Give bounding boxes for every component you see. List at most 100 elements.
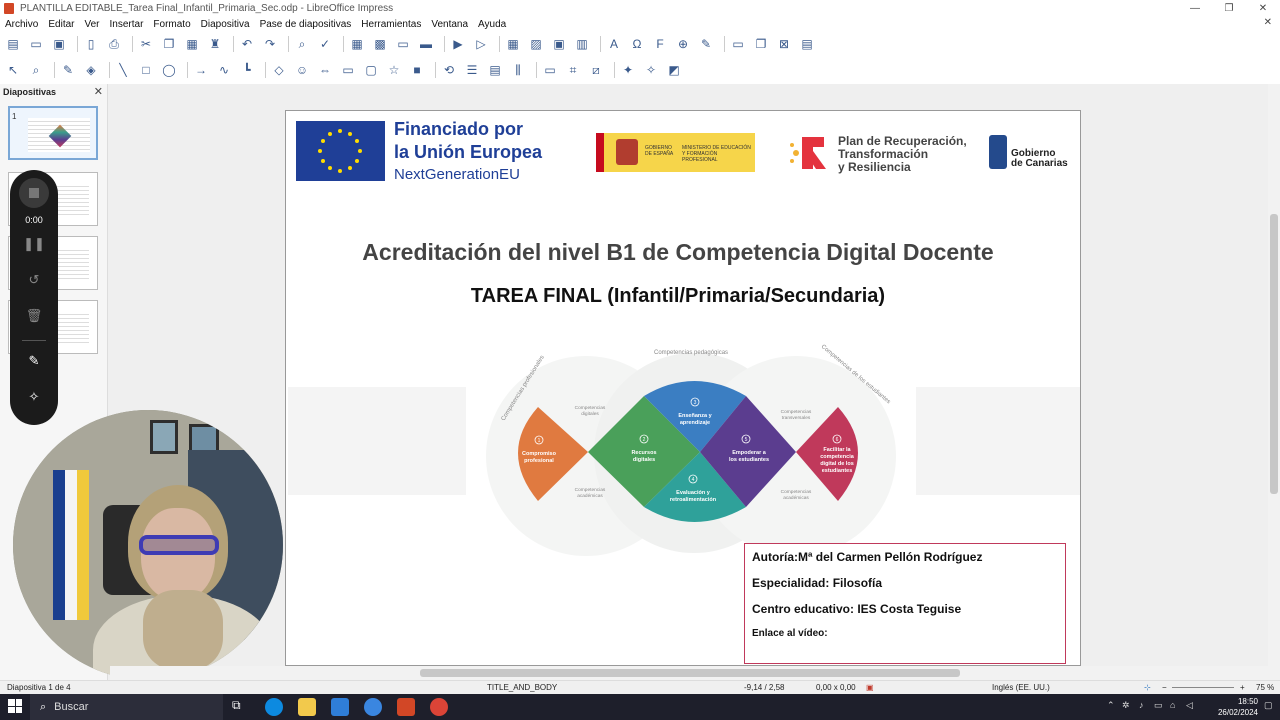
- trash-icon[interactable]: 🗑: [10, 308, 58, 324]
- save-icon[interactable]: ▣: [50, 35, 68, 53]
- stars-icon[interactable]: ☆: [385, 61, 403, 79]
- edge-browser-icon[interactable]: [265, 698, 283, 716]
- callout-icon[interactable]: ▢: [362, 61, 380, 79]
- find-replace-icon[interactable]: ⌕: [293, 35, 311, 53]
- menu-archivo[interactable]: Archivo: [5, 19, 38, 30]
- menu-herramientas[interactable]: Herramientas: [361, 19, 421, 30]
- chrome-icon[interactable]: [430, 698, 448, 716]
- tray-chevron-icon[interactable]: ⌃: [1107, 700, 1115, 711]
- menu-formato[interactable]: Formato: [153, 19, 190, 30]
- cut-icon[interactable]: ✂: [137, 35, 155, 53]
- notifications-icon[interactable]: ▢: [1264, 700, 1273, 711]
- points-icon[interactable]: ✦: [619, 61, 637, 79]
- display-views-icon[interactable]: ▭: [394, 35, 412, 53]
- export-pdf-icon[interactable]: ▯: [82, 35, 100, 53]
- menu-pase-de-diapositivas[interactable]: Pase de diapositivas: [260, 19, 352, 30]
- windows-start-icon[interactable]: [8, 699, 22, 713]
- author-info-box[interactable]: Autoría:Mª del Carmen Pellón Rodríguez E…: [744, 543, 1066, 664]
- redo-icon[interactable]: ↷: [261, 35, 279, 53]
- menu-diapositiva[interactable]: Diapositiva: [201, 19, 250, 30]
- copy-icon[interactable]: ❐: [160, 35, 178, 53]
- fill-color-icon[interactable]: ◈: [82, 61, 100, 79]
- slide-subtitle[interactable]: TAREA FINAL (Infantil/Primaria/Secundari…: [286, 285, 1070, 308]
- start-current-slide-icon[interactable]: ▷: [472, 35, 490, 53]
- pen-icon[interactable]: ✎: [10, 353, 58, 369]
- filter-icon[interactable]: ⧄: [587, 61, 605, 79]
- menu-editar[interactable]: Editar: [48, 19, 74, 30]
- zoom-in-button[interactable]: +: [1240, 683, 1245, 692]
- crop-icon[interactable]: ⌗: [564, 61, 582, 79]
- line-color-icon[interactable]: ✎: [59, 61, 77, 79]
- school-text[interactable]: Centro educativo: IES Costa Teguise: [752, 602, 961, 616]
- menu-insertar[interactable]: Insertar: [110, 19, 144, 30]
- taskbar-clock[interactable]: 18:50 26/02/2024: [1218, 696, 1258, 718]
- image-icon[interactable]: ▨: [527, 35, 545, 53]
- line-arrow-icon[interactable]: →: [192, 61, 210, 79]
- ellipse-icon[interactable]: ◯: [160, 61, 178, 79]
- text-box-icon[interactable]: A: [605, 35, 623, 53]
- line-icon[interactable]: ╲: [114, 61, 132, 79]
- display-grid-icon[interactable]: ▦: [348, 35, 366, 53]
- slide-canvas[interactable]: Financiado por la Unión Europea NextGene…: [285, 110, 1081, 666]
- new-document-icon[interactable]: ▤: [4, 35, 22, 53]
- network-icon[interactable]: ⌂: [1170, 700, 1175, 710]
- menu-ayuda[interactable]: Ayuda: [478, 19, 506, 30]
- volume-icon[interactable]: ◁: [1186, 700, 1193, 711]
- specialty-text[interactable]: Especialidad: Filosofía: [752, 576, 882, 590]
- glue-points-icon[interactable]: ✧: [642, 61, 660, 79]
- slide-thumbnail-1[interactable]: 1: [8, 106, 98, 160]
- digcomp-edu-diagram[interactable]: Competencias profesionales Competencias …: [466, 341, 916, 561]
- 3d-objects-icon[interactable]: ■: [408, 61, 426, 79]
- impress-taskbar-icon[interactable]: [397, 698, 415, 716]
- distribute-icon[interactable]: ⫼: [509, 61, 527, 79]
- menu-ver[interactable]: Ver: [84, 19, 99, 30]
- chart-icon[interactable]: ▥: [573, 35, 591, 53]
- restore-button[interactable]: ❐: [1212, 0, 1246, 16]
- arrange-icon[interactable]: ▤: [486, 61, 504, 79]
- task-view-icon[interactable]: ⧉: [232, 698, 250, 716]
- shadow-icon[interactable]: ▭: [541, 61, 559, 79]
- helplines-icon[interactable]: ▩: [371, 35, 389, 53]
- new-slide-icon[interactable]: ▭: [729, 35, 747, 53]
- close-button[interactable]: ✕: [1246, 0, 1280, 16]
- master-slide-icon[interactable]: ▬: [417, 35, 435, 53]
- effects-icon[interactable]: ✧: [10, 389, 58, 405]
- show-draw-functions-icon[interactable]: ✎: [697, 35, 715, 53]
- start-first-slide-icon[interactable]: ▶: [449, 35, 467, 53]
- horizontal-scrollbar-thumb[interactable]: [420, 669, 960, 677]
- delete-slide-icon[interactable]: ⊠: [775, 35, 793, 53]
- stop-recording-button[interactable]: [19, 178, 49, 208]
- flowchart-icon[interactable]: ▭: [339, 61, 357, 79]
- close-panel-icon[interactable]: ✕: [94, 85, 103, 98]
- table-icon[interactable]: ▦: [504, 35, 522, 53]
- duplicate-slide-icon[interactable]: ❐: [752, 35, 770, 53]
- block-arrows-icon[interactable]: ⇔: [316, 61, 334, 79]
- video-link-text[interactable]: Enlace al vídeo:: [752, 628, 828, 639]
- basic-shapes-icon[interactable]: ◇: [270, 61, 288, 79]
- symbol-shapes-icon[interactable]: ☺: [293, 61, 311, 79]
- slide-layout-icon[interactable]: ▤: [798, 35, 816, 53]
- taskbar-search[interactable]: ⌕ Buscar: [30, 694, 223, 720]
- slide-title[interactable]: Acreditación del nivel B1 de Competencia…: [286, 239, 1070, 266]
- zoom-out-button[interactable]: −: [1162, 683, 1167, 692]
- clone-formatting-icon[interactable]: ♜: [206, 35, 224, 53]
- connector-icon[interactable]: ┗: [238, 61, 256, 79]
- zoom-app-icon[interactable]: [364, 698, 382, 716]
- rectangle-icon[interactable]: □: [137, 61, 155, 79]
- horizontal-scrollbar[interactable]: [110, 666, 1268, 680]
- zoom-icon[interactable]: ⌕: [27, 61, 45, 79]
- spelling-icon[interactable]: ✓: [316, 35, 334, 53]
- media-icon[interactable]: ▣: [550, 35, 568, 53]
- align-icon[interactable]: ☰: [463, 61, 481, 79]
- author-text[interactable]: Autoría:Mª del Carmen Pellón Rodríguez: [752, 550, 982, 564]
- mail-icon[interactable]: [331, 698, 349, 716]
- vertical-scrollbar-thumb[interactable]: [1270, 214, 1278, 494]
- close-document-icon[interactable]: ✕: [1264, 17, 1272, 28]
- toggle-extrusion-icon[interactable]: ◩: [665, 61, 683, 79]
- pause-icon[interactable]: ❚❚: [10, 236, 58, 252]
- restart-icon[interactable]: ↺: [10, 272, 58, 288]
- fontwork-icon[interactable]: F: [651, 35, 669, 53]
- minimize-button[interactable]: —: [1178, 0, 1212, 16]
- paste-icon[interactable]: ▦: [183, 35, 201, 53]
- language-indicator[interactable]: Inglés (EE. UU.): [992, 683, 1050, 692]
